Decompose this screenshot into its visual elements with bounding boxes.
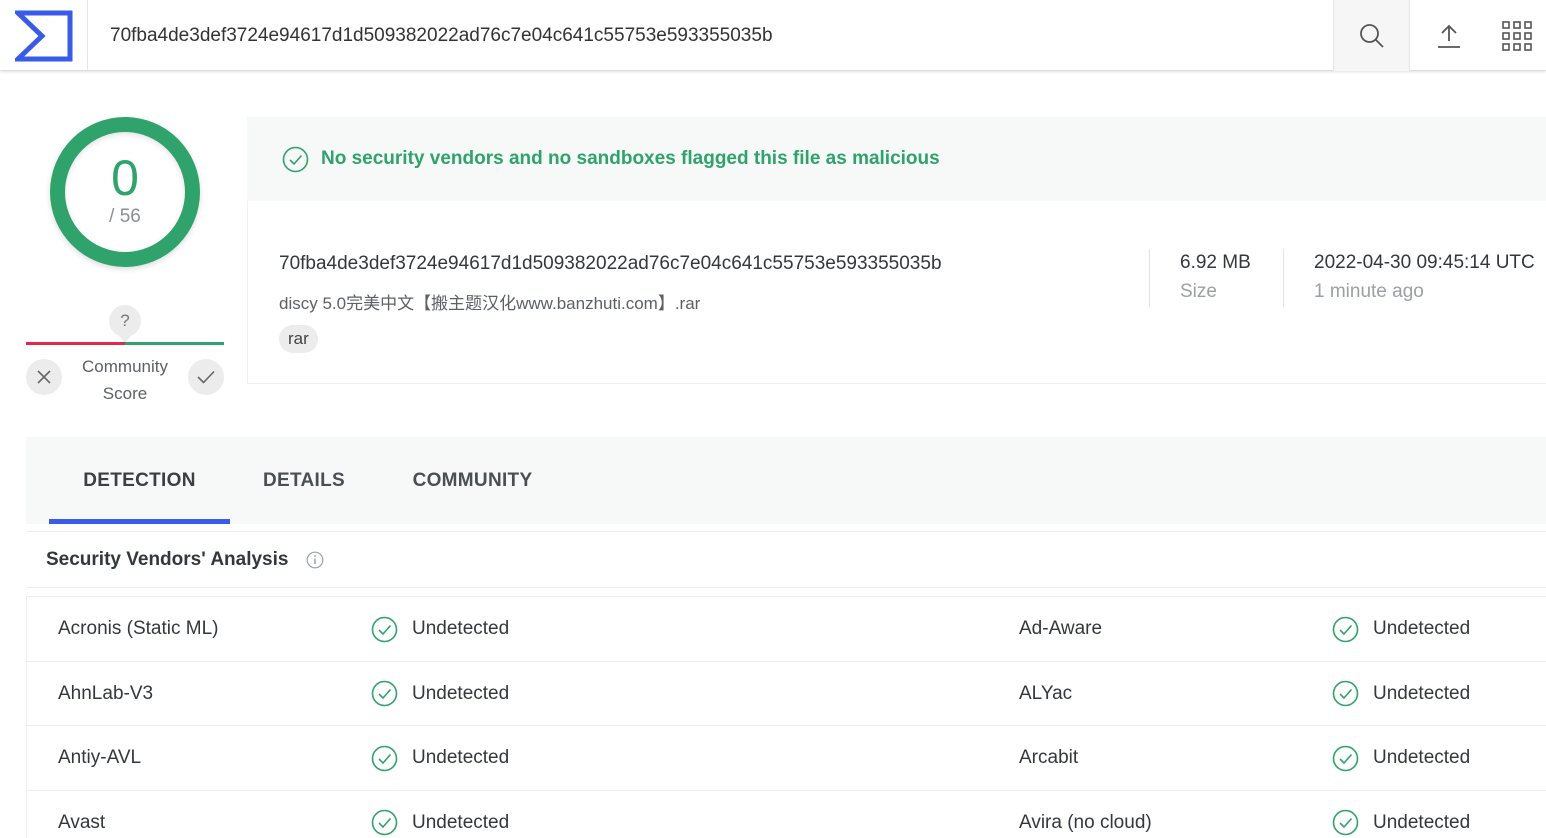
- search-button[interactable]: [1333, 0, 1410, 71]
- apps-menu-button[interactable]: [1487, 0, 1546, 71]
- search-icon: [1359, 23, 1384, 48]
- table-row: Acronis (Static ML) Undetected Ad-Aware …: [27, 597, 1546, 662]
- file-size-value: 6.92 MB: [1180, 252, 1251, 273]
- vendor-name: Acronis (Static ML): [58, 618, 219, 639]
- tab-detection[interactable]: DETECTION: [49, 437, 230, 524]
- community-score-bar-negative: [26, 342, 125, 345]
- detection-score-gauge: 0 / 56: [50, 117, 200, 267]
- last-analysis-date: 2022-04-30 09:45:14 UTC: [1314, 252, 1535, 273]
- last-analysis-relative: 1 minute ago: [1314, 281, 1424, 302]
- divider: [1149, 249, 1150, 307]
- verdict-text: No security vendors and no sandboxes fla…: [321, 148, 940, 169]
- top-bar: [0, 0, 1546, 71]
- check-circle-icon: [371, 745, 398, 771]
- vendor-result: Undetected: [1332, 662, 1470, 726]
- tab-community[interactable]: COMMUNITY: [394, 437, 551, 524]
- file-hash[interactable]: 70fba4de3def3724e94617d1d509382022ad76c7…: [279, 253, 942, 275]
- active-tab-indicator: [49, 519, 230, 524]
- vendor-result: Undetected: [1332, 597, 1470, 661]
- analysis-title: Security Vendors' Analysis: [46, 548, 289, 570]
- engine-total: / 56: [109, 206, 141, 227]
- table-row: AhnLab-V3 Undetected ALYac Undetected: [27, 662, 1546, 727]
- checkmark-icon: [197, 370, 215, 384]
- vendor-result: Undetected: [371, 791, 509, 838]
- vendor-result: Undetected: [1332, 726, 1470, 790]
- vote-harmless-button[interactable]: [188, 359, 224, 395]
- vendor-result: Undetected: [371, 662, 509, 726]
- community-score-label: Community Score: [82, 357, 168, 403]
- vendor-name: ALYac: [1019, 682, 1073, 704]
- file-name: discy 5.0完美中文【搬主题汉化www.banzhuti.com】.rar: [279, 294, 701, 313]
- upload-button[interactable]: [1410, 0, 1487, 71]
- check-circle-icon: [1332, 809, 1359, 836]
- check-circle-icon: [282, 146, 309, 172]
- community-score-indicator: ?: [109, 305, 141, 343]
- info-icon[interactable]: [306, 551, 324, 569]
- virustotal-logo[interactable]: [0, 0, 88, 71]
- check-circle-icon: [371, 680, 398, 707]
- vote-malicious-button[interactable]: [26, 359, 62, 395]
- vendor-name: Avast: [58, 811, 106, 833]
- vendor-name: Avira (no cloud): [1019, 811, 1152, 833]
- verdict-banner: No security vendors and no sandboxes fla…: [247, 117, 1546, 201]
- upload-icon: [1437, 24, 1460, 48]
- check-circle-icon: [371, 616, 398, 642]
- vendor-results-table: Acronis (Static ML) Undetected Ad-Aware …: [26, 596, 1546, 838]
- check-circle-icon: [1332, 680, 1359, 707]
- sigma-logo-icon: [14, 10, 72, 61]
- analysis-header: Security Vendors' Analysis: [26, 531, 1546, 588]
- vendor-name: AhnLab-V3: [58, 682, 154, 704]
- vendor-name: Ad-Aware: [1019, 618, 1103, 639]
- file-type-tag[interactable]: rar: [279, 325, 318, 353]
- gauge-center: 0 / 56: [65, 132, 185, 252]
- check-circle-icon: [1332, 616, 1359, 642]
- vendor-name: Antiy-AVL: [58, 747, 142, 769]
- table-row: Antiy-AVL Undetected Arcabit Undetected: [27, 726, 1546, 791]
- check-circle-icon: [1332, 745, 1359, 771]
- vendor-name: Arcabit: [1019, 747, 1079, 769]
- vendor-result: Undetected: [1332, 791, 1470, 838]
- detection-count: 0: [111, 150, 139, 206]
- close-icon: [37, 370, 51, 384]
- community-score-bar-positive: [125, 342, 224, 345]
- vendor-result: Undetected: [371, 597, 509, 661]
- report-tabs: DETECTION DETAILS COMMUNITY: [26, 437, 1546, 524]
- table-row: Avast Undetected Avira (no cloud) Undete…: [27, 791, 1546, 838]
- file-size-label: Size: [1180, 281, 1217, 302]
- tab-details[interactable]: DETAILS: [250, 437, 358, 524]
- divider: [1283, 249, 1284, 307]
- vendor-result: Undetected: [371, 726, 509, 790]
- search-input[interactable]: [88, 0, 1333, 71]
- grid-icon: [1501, 20, 1532, 51]
- check-circle-icon: [371, 809, 398, 836]
- file-info-panel: 70fba4de3def3724e94617d1d509382022ad76c7…: [247, 201, 1546, 384]
